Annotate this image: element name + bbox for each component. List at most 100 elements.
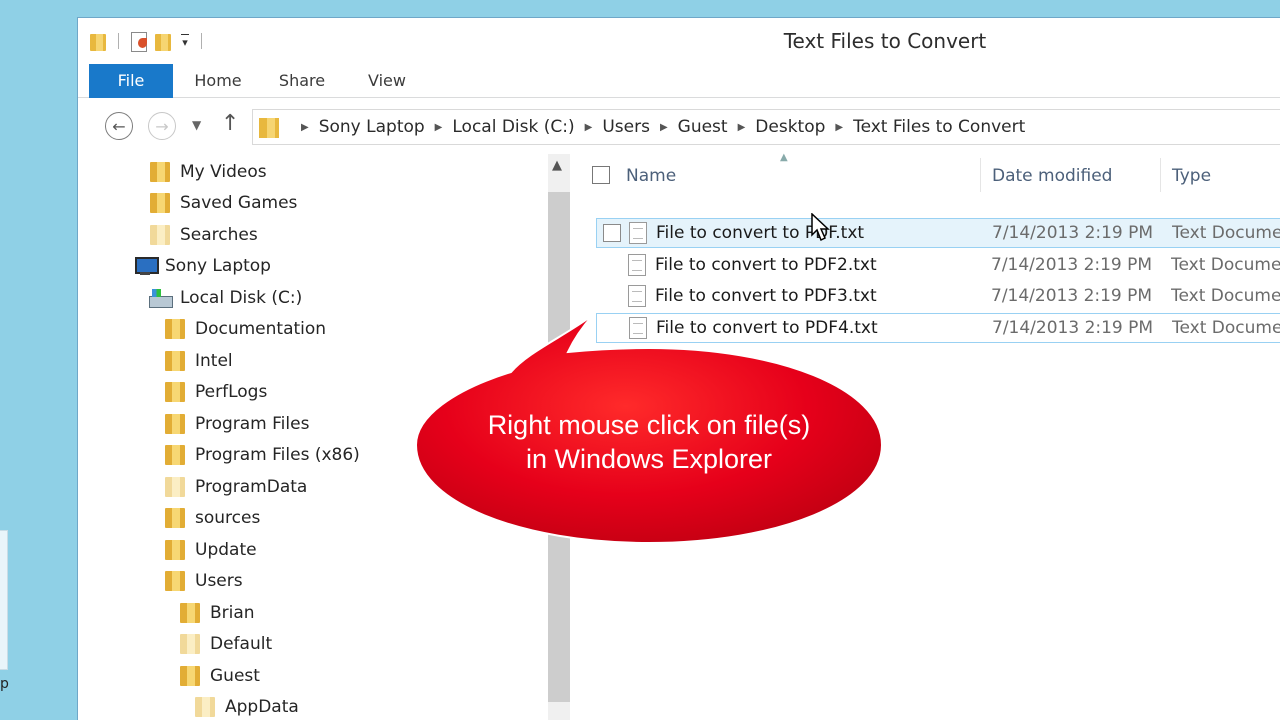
file-type: Text Documen	[1171, 286, 1280, 306]
local-disk-icon	[149, 287, 173, 309]
tree-item-perflogs[interactable]: PerfLogs	[164, 378, 267, 406]
videos-folder-icon	[149, 161, 171, 183]
computer-icon	[134, 255, 159, 277]
breadcrumb-guest[interactable]: Guest	[678, 117, 728, 137]
select-all-checkbox[interactable]	[592, 166, 610, 184]
tree-item-local-disk[interactable]: Local Disk (C:)	[149, 284, 302, 312]
column-header-date-modified[interactable]: Date modified	[992, 162, 1112, 190]
column-header-type[interactable]: Type	[1172, 162, 1211, 190]
tree-item-label: Users	[195, 571, 243, 591]
row-checkbox[interactable]	[603, 224, 621, 242]
tree-item-label: sources	[195, 508, 261, 528]
file-type: Text Documen	[1172, 223, 1280, 243]
tree-item-users[interactable]: Users	[164, 567, 243, 595]
forward-arrow-icon[interactable]: →	[148, 112, 176, 140]
breadcrumb-current-folder[interactable]: Text Files to Convert	[853, 117, 1025, 137]
column-divider[interactable]	[1160, 158, 1161, 192]
ribbon-tabs: File Home Share View	[78, 64, 1280, 98]
tree-item-sony-laptop[interactable]: Sony Laptop	[134, 252, 271, 280]
desktop-widget-edge	[0, 530, 8, 670]
tree-item-searches[interactable]: Searches	[149, 221, 258, 249]
tab-file[interactable]: File	[89, 64, 173, 98]
tree-item-label: Guest	[210, 666, 260, 686]
folder-icon	[164, 444, 186, 466]
tree-item-label: Local Disk (C:)	[180, 288, 303, 308]
tree-item-programdata[interactable]: ProgramData	[164, 473, 307, 501]
saved-games-folder-icon	[149, 192, 171, 214]
recent-locations-dropdown-icon[interactable]: ▼	[192, 118, 201, 132]
callout-line-2: in Windows Explorer	[525, 444, 773, 474]
breadcrumb-chevron-icon[interactable]: ▶	[435, 122, 443, 133]
tree-item-program-files[interactable]: Program Files	[164, 410, 309, 438]
tab-view[interactable]: View	[364, 64, 410, 98]
breadcrumb-chevron-icon[interactable]: ▶	[301, 122, 309, 133]
tab-share[interactable]: Share	[274, 64, 330, 98]
address-bar[interactable]: ▶ Sony Laptop ▶ Local Disk (C:) ▶ Users …	[252, 109, 1280, 145]
navigation-bar: ← → ▼ ↑ ▶ Sony Laptop ▶ Local Disk (C:) …	[78, 98, 1280, 154]
breadcrumb-chevron-icon[interactable]: ▶	[585, 122, 593, 133]
folder-icon	[179, 665, 201, 687]
file-date: 7/14/2013 2:19 PM	[991, 286, 1153, 306]
tree-item-brian[interactable]: Brian	[179, 599, 255, 627]
folder-icon	[164, 539, 186, 561]
desktop-text-fragment: p	[0, 676, 9, 692]
tree-item-label: Saved Games	[180, 193, 298, 213]
file-date: 7/14/2013 2:19 PM	[991, 255, 1153, 275]
tree-item-label: Brian	[210, 603, 255, 623]
searches-folder-icon	[149, 224, 171, 246]
folder-icon	[164, 570, 186, 592]
file-name: File to convert to PDF3.txt	[655, 286, 877, 306]
file-date: 7/14/2013 2:19 PM	[992, 318, 1154, 338]
folder-icon	[164, 507, 186, 529]
tree-item-label: Searches	[180, 225, 258, 245]
callout-line-1: Right mouse click on file(s)	[487, 410, 811, 440]
up-arrow-icon[interactable]: ↑	[221, 111, 239, 136]
tab-home[interactable]: Home	[190, 64, 246, 98]
folder-icon	[164, 350, 186, 372]
column-divider[interactable]	[980, 158, 981, 192]
tree-item-label: My Videos	[180, 162, 267, 182]
callout-text: Right mouse click on file(s) in Windows …	[413, 408, 885, 476]
tree-item-default[interactable]: Default	[179, 630, 272, 658]
tree-item-label: ProgramData	[195, 477, 308, 497]
tree-item-label: AppData	[225, 697, 299, 717]
tree-item-saved-games[interactable]: Saved Games	[149, 189, 297, 217]
tree-item-label: Documentation	[195, 319, 327, 339]
window-title: Text Files to Convert	[783, 29, 987, 53]
tree-item-sources[interactable]: sources	[164, 504, 260, 532]
file-type: Text Documen	[1171, 255, 1280, 275]
breadcrumb-users[interactable]: Users	[602, 117, 650, 137]
breadcrumb-chevron-icon[interactable]: ▶	[738, 122, 746, 133]
tree-item-documentation[interactable]: Documentation	[164, 315, 326, 343]
tree-item-intel[interactable]: Intel	[164, 347, 233, 375]
file-row[interactable]: File to convert to PDF3.txt 7/14/2013 2:…	[596, 281, 1280, 311]
tree-item-label: Program Files	[195, 414, 310, 434]
breadcrumb-desktop[interactable]: Desktop	[755, 117, 825, 137]
file-type: Text Documen	[1172, 318, 1280, 338]
tree-item-guest[interactable]: Guest	[179, 662, 260, 690]
tree-item-update[interactable]: Update	[164, 536, 257, 564]
tree-item-label: Update	[195, 540, 257, 560]
breadcrumb-local-disk[interactable]: Local Disk (C:)	[452, 117, 574, 137]
sort-ascending-icon: ▲	[780, 152, 788, 163]
hidden-folder-icon	[194, 696, 216, 718]
breadcrumb-chevron-icon[interactable]: ▶	[835, 122, 843, 133]
tree-item-appdata[interactable]: AppData	[194, 693, 299, 720]
back-arrow-icon[interactable]: ←	[105, 112, 133, 140]
breadcrumb-chevron-icon[interactable]: ▶	[660, 122, 668, 133]
tree-item-my-videos[interactable]: My Videos	[149, 158, 267, 186]
hidden-folder-icon	[164, 476, 186, 498]
breadcrumb-sony-laptop[interactable]: Sony Laptop	[319, 117, 425, 137]
tree-item-label: Intel	[195, 351, 233, 371]
hidden-folder-icon	[179, 633, 201, 655]
file-row[interactable]: File to convert to PDF2.txt 7/14/2013 2:…	[596, 250, 1280, 280]
file-name: File to convert to PDF2.txt	[655, 255, 877, 275]
scroll-up-arrow-icon[interactable]: ▲	[552, 158, 562, 173]
file-row[interactable]: File to convert to PDF.txt 7/14/2013 2:1…	[596, 218, 1280, 248]
text-file-icon	[629, 222, 647, 244]
file-date: 7/14/2013 2:19 PM	[992, 223, 1154, 243]
folder-icon	[164, 318, 186, 340]
text-file-icon	[628, 285, 646, 307]
tree-item-program-files-x86[interactable]: Program Files (x86)	[164, 441, 360, 469]
column-header-name[interactable]: Name	[626, 162, 676, 190]
